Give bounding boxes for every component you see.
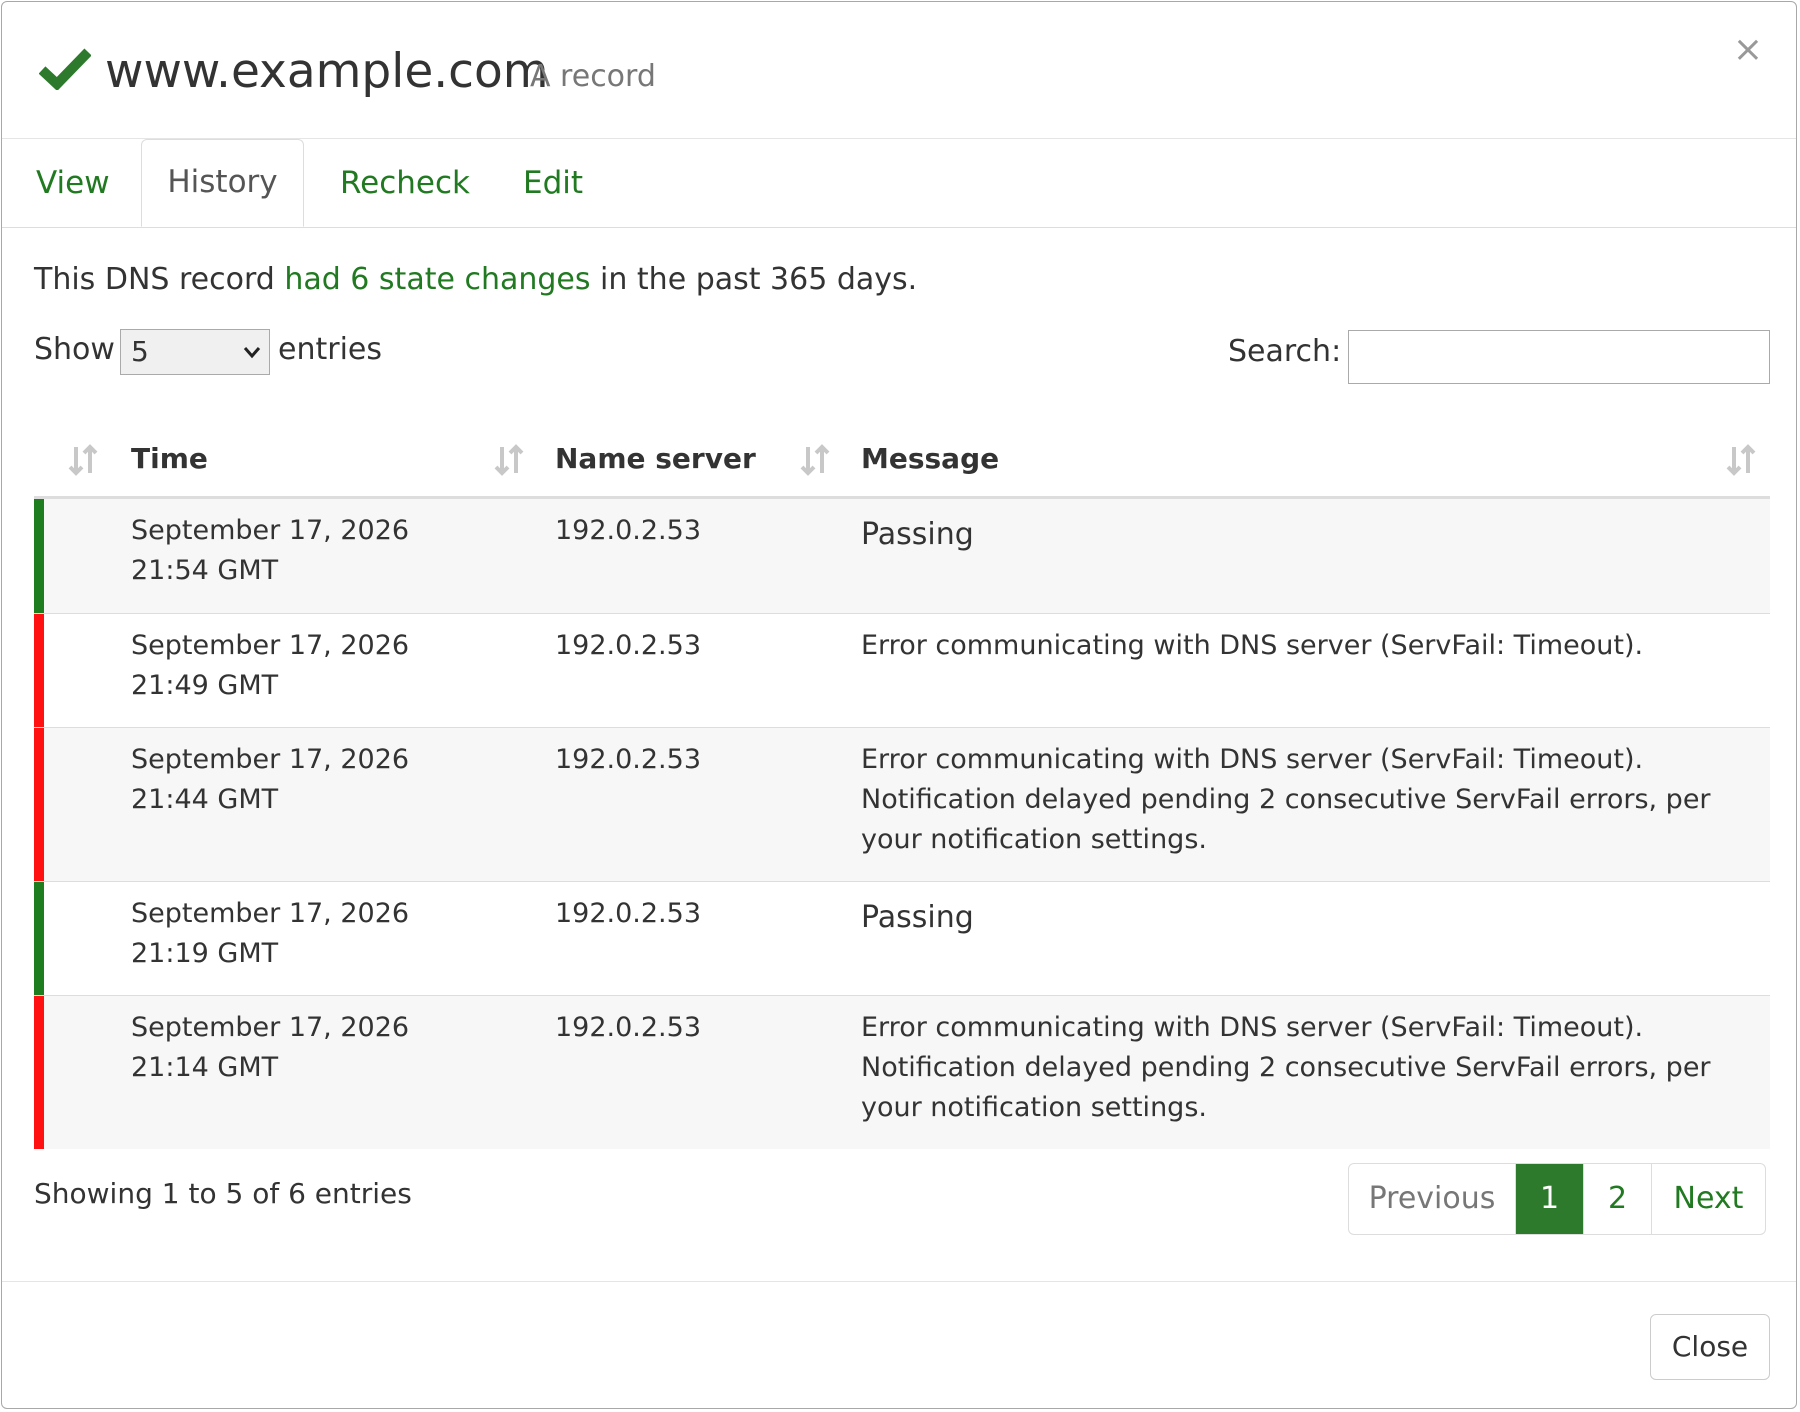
row-time: September 17, 2026 21:49 GMT — [131, 630, 410, 701]
summary-suffix: in the past 365 days. — [590, 262, 918, 297]
close-button[interactable]: Close — [1650, 1314, 1770, 1380]
check-icon — [39, 48, 91, 90]
row-name-server: 192.0.2.53 — [555, 898, 701, 929]
pagination-next[interactable]: Next — [1651, 1164, 1765, 1234]
pagination: Previous 1 2 Next — [1348, 1163, 1766, 1235]
row-time: September 17, 2026 21:54 GMT — [131, 515, 410, 586]
table-info: Showing 1 to 5 of 6 entries — [34, 1177, 412, 1210]
row-message: Error communicating with DNS server (Ser… — [861, 744, 1711, 855]
pagination-page-1[interactable]: 1 — [1515, 1164, 1583, 1234]
column-name-server[interactable]: Name server — [555, 422, 756, 496]
pagination-previous[interactable]: Previous — [1349, 1164, 1515, 1234]
row-message: Passing — [861, 900, 974, 935]
history-table: Time Name server Message September 17, 2… — [34, 422, 1770, 1149]
status-indicator-failing — [34, 728, 44, 881]
sort-icon[interactable] — [68, 443, 98, 477]
row-name-server: 192.0.2.53 — [555, 744, 701, 775]
row-time: September 17, 2026 21:14 GMT — [131, 1012, 410, 1083]
page-length-select[interactable]: 5 — [120, 329, 270, 375]
row-time: September 17, 2026 21:19 GMT — [131, 898, 410, 969]
column-message[interactable]: Message — [861, 422, 999, 496]
record-history-modal: www.example.com A record × View History … — [1, 1, 1797, 1409]
sort-icon[interactable] — [494, 443, 524, 477]
row-name-server: 192.0.2.53 — [555, 515, 701, 546]
record-type: A record — [530, 59, 656, 94]
page-length-value: 5 — [131, 335, 149, 368]
table-row: September 17, 2026 21:54 GMT 192.0.2.53 … — [34, 499, 1770, 614]
table-row: September 17, 2026 21:49 GMT 192.0.2.53 … — [34, 614, 1770, 728]
chevron-down-icon — [243, 347, 261, 359]
row-message: Passing — [861, 517, 974, 552]
pagination-page-2[interactable]: 2 — [1583, 1164, 1651, 1234]
search-input[interactable] — [1348, 330, 1770, 384]
show-label: Show — [34, 332, 115, 367]
sort-icon[interactable] — [1726, 443, 1756, 477]
tab-history[interactable]: History — [141, 139, 304, 227]
status-indicator-failing — [34, 614, 44, 727]
modal-header: www.example.com A record × — [2, 2, 1796, 139]
tab-bar: View History Recheck Edit — [2, 139, 1796, 228]
status-indicator-passing — [34, 499, 44, 613]
tab-edit[interactable]: Edit — [523, 139, 583, 227]
summary-prefix: This DNS record — [34, 262, 285, 297]
modal-footer: Close — [2, 1281, 1796, 1408]
entries-label: entries — [278, 332, 382, 367]
close-icon[interactable]: × — [1728, 30, 1768, 70]
row-name-server: 192.0.2.53 — [555, 630, 701, 661]
table-row: September 17, 2026 21:14 GMT 192.0.2.53 … — [34, 996, 1770, 1149]
tab-recheck[interactable]: Recheck — [340, 139, 470, 227]
table-header: Time Name server Message — [34, 422, 1770, 499]
search-label: Search: — [1228, 334, 1342, 369]
sort-icon[interactable] — [800, 443, 830, 477]
row-time: September 17, 2026 21:44 GMT — [131, 744, 410, 815]
status-indicator-failing — [34, 996, 44, 1149]
tab-view[interactable]: View — [36, 139, 110, 227]
column-time[interactable]: Time — [131, 422, 208, 496]
record-hostname: www.example.com — [105, 44, 549, 99]
row-message: Error communicating with DNS server (Ser… — [861, 1012, 1711, 1123]
history-summary: This DNS record had 6 state changes in t… — [34, 260, 917, 300]
row-message: Error communicating with DNS server (Ser… — [861, 630, 1644, 661]
table-row: September 17, 2026 21:19 GMT 192.0.2.53 … — [34, 882, 1770, 996]
table-row: September 17, 2026 21:44 GMT 192.0.2.53 … — [34, 728, 1770, 882]
status-indicator-passing — [34, 882, 44, 995]
row-name-server: 192.0.2.53 — [555, 1012, 701, 1043]
state-changes-link[interactable]: had 6 state changes — [284, 262, 590, 297]
